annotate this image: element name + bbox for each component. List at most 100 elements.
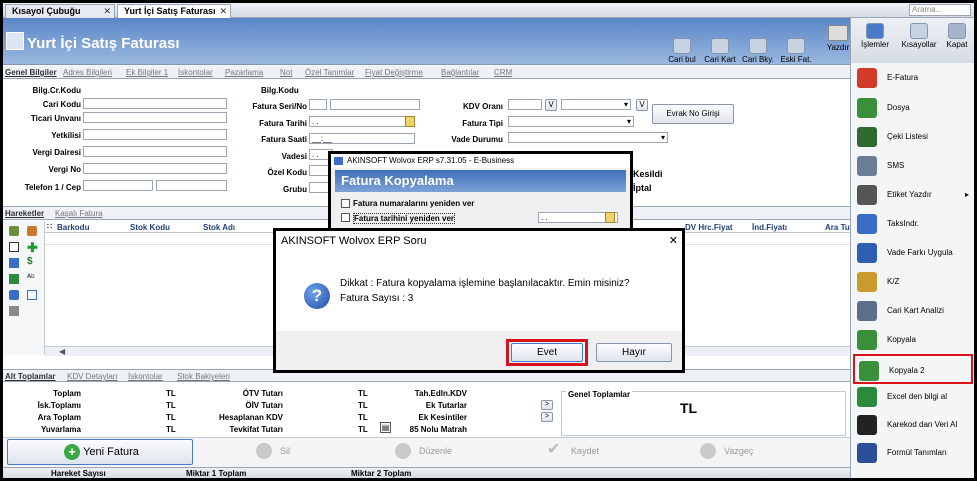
col-barkodu[interactable]: Barkodu [57,223,89,232]
document-icon[interactable] [9,258,19,268]
oiv-tutari-value: TL [358,401,368,410]
ek-kesintiler-button[interactable]: > [541,412,553,422]
fatura-tipi-select[interactable]: ▾ [508,116,634,127]
add-icon[interactable]: ✚ [27,240,38,256]
kdv-select[interactable]: ▾ [561,99,631,110]
fatura-no-input[interactable] [330,99,420,110]
tab-ozel-tanimlar[interactable]: Özel Tanımlar [305,68,354,79]
85-nolu-matrah-label: 85 Nolu Matrah [409,425,467,434]
cep-input[interactable] [156,180,227,191]
tool-icon[interactable] [27,226,37,236]
right-menu-item[interactable]: Kopyala 2 [853,354,973,384]
tab-crm[interactable]: CRM [494,68,512,79]
scroll-left-icon[interactable]: ◀ [59,347,65,356]
kapat-button[interactable]: Kapat [941,23,973,49]
right-menu-item[interactable]: SMS [853,151,973,181]
right-menu-item[interactable]: Etiket Yazdır ▸ [853,180,973,210]
new-row-icon[interactable] [9,242,19,252]
ticari-unvani-input[interactable] [83,112,227,123]
right-menu-item[interactable]: Kopyala [853,325,973,355]
kdv-v2-button[interactable]: V [636,99,648,111]
calculator-icon[interactable]: ▤ [380,422,391,433]
tab-kdv-detaylari[interactable]: KDV Detayları [67,372,118,383]
kdv-orani-input[interactable] [508,99,542,110]
cari-kart-button[interactable]: Cari Kart [700,38,740,64]
right-panel: İşlemler Kısayollar Kapat E-Fatura Dosya Ç… [850,18,974,478]
close-icon[interactable]: ✕ [103,5,111,18]
fatura-tarihi-input[interactable]: . . [309,116,415,127]
fatura-seri-input[interactable] [309,99,327,110]
yazdir-button[interactable]: Yazdır [823,21,853,63]
sil-button[interactable]: Sil [256,439,290,464]
col-stok-kodu[interactable]: Stok Kodu [130,223,170,232]
right-menu-item[interactable]: Formül Tanımları [853,438,973,468]
right-menu-item[interactable]: E-Fatura [853,63,973,93]
cari-bul-button[interactable]: Cari bul [662,38,702,64]
tab-iskontolar-bottom[interactable]: İskontolar [128,372,163,383]
tab-kasali-fatura[interactable]: Kaşalı Fatura [55,209,103,220]
kisayollar-button[interactable]: Kısayollar [899,23,939,49]
hayir-button[interactable]: Hayır [596,343,672,362]
shortcut-icon [910,23,928,39]
vergi-dairesi-input[interactable] [83,146,227,157]
col-ara-toplam[interactable]: Ara Tu [825,223,850,232]
cari-bky-button[interactable]: Cari Bky. [738,38,778,64]
calendar-icon[interactable] [605,212,615,223]
cari-kodu-input[interactable] [83,98,227,109]
settings-icon[interactable] [9,226,19,236]
tab-stok-bakiyeleri[interactable]: Stok Bakiyeleri [177,372,230,383]
tab-adres-bilgileri[interactable]: Adres Bilgileri [63,68,112,79]
kdv-v-button[interactable]: V [545,99,557,111]
frame-icon[interactable] [27,290,37,300]
tab-not[interactable]: Not [280,68,292,79]
right-menu-item[interactable]: K/Z [853,267,973,297]
col-stok-adi[interactable]: Stok Adı [203,223,235,232]
list-icon[interactable] [9,306,19,316]
close-icon[interactable]: ✕ [219,5,227,18]
eski-fat-button[interactable]: Eski Fat. [776,38,816,64]
tab-genel-bilgiler[interactable]: Genel Bilgiler [5,68,57,79]
tab-yurt-ici-satis-faturasi[interactable]: Yurt İçi Satış Faturası ✕ [117,4,231,18]
barcode-icon[interactable] [9,290,19,300]
telefon-input[interactable] [83,180,153,191]
kaydet-button[interactable]: ✔ Kaydet [547,439,599,464]
menu-item-icon [857,301,877,321]
import-icon[interactable] [9,274,19,284]
tab-hareketler[interactable]: Hareketler [5,209,44,220]
tab-baglantilar[interactable]: Bağlantılar [441,68,479,79]
opt1-checkbox[interactable] [341,199,350,208]
tab-iskontolar[interactable]: İskontolar [178,68,213,79]
tab-kisayol-cubugu[interactable]: Kısayol Çubuğu ✕ [5,4,115,18]
right-menu-item[interactable]: Dosya [853,93,973,123]
col-dv-hrc-fiyat[interactable]: DV Hrc.Fiyat [685,223,733,232]
calendar-icon[interactable] [405,116,415,127]
fatura-saati-input[interactable]: __:__ [309,133,415,144]
duzenle-button[interactable]: Düzenle [395,439,452,464]
right-menu-item[interactable]: Karekod dan Veri Al [853,410,973,440]
evet-button[interactable]: Evet [511,343,583,362]
right-menu-item[interactable]: TaksIndr. [853,209,973,239]
islemler-button[interactable]: İşlemler [857,23,893,49]
search-input[interactable]: Arama... [909,4,971,16]
vergi-no-input[interactable] [83,163,227,174]
right-menu-item[interactable]: Excel den bilgi al [853,382,973,412]
vade-durumu-select[interactable]: ▾ [508,132,668,143]
ek-tutarlar-button[interactable]: > [541,400,553,410]
price-icon[interactable]: $ [27,256,33,267]
yeni-fatura-button[interactable]: + Yeni Fatura [7,439,193,465]
vazgec-button[interactable]: Vazgeç [700,439,753,464]
tab-fiyat-degistirme[interactable]: Fiyat Değiştirme [365,68,423,79]
right-menu-item[interactable]: Vade Farkı Uygula [853,238,973,268]
evrak-no-girisi-button[interactable]: Evrak No Girişi [652,104,734,124]
opt2-checkbox[interactable] [341,213,350,222]
tab-pazarlama[interactable]: Pazarlama [225,68,263,79]
col-ind-fiyati[interactable]: İnd.Fiyatı [752,223,787,232]
close-icon[interactable]: ✕ [669,231,678,251]
tab-alt-toplamlar[interactable]: Alt Toplamlar [5,372,56,383]
tab-ek-bilgiler-1[interactable]: Ek Bilgiler 1 [126,68,168,79]
sort-icon[interactable]: ᴬᵇ [27,272,34,282]
yetkilisi-input[interactable] [83,129,227,140]
duzenle-label: Düzenle [419,446,453,456]
right-menu-item[interactable]: Çeki Listesi [853,122,973,152]
right-menu-item[interactable]: Cari Kart Analizi [853,296,973,326]
